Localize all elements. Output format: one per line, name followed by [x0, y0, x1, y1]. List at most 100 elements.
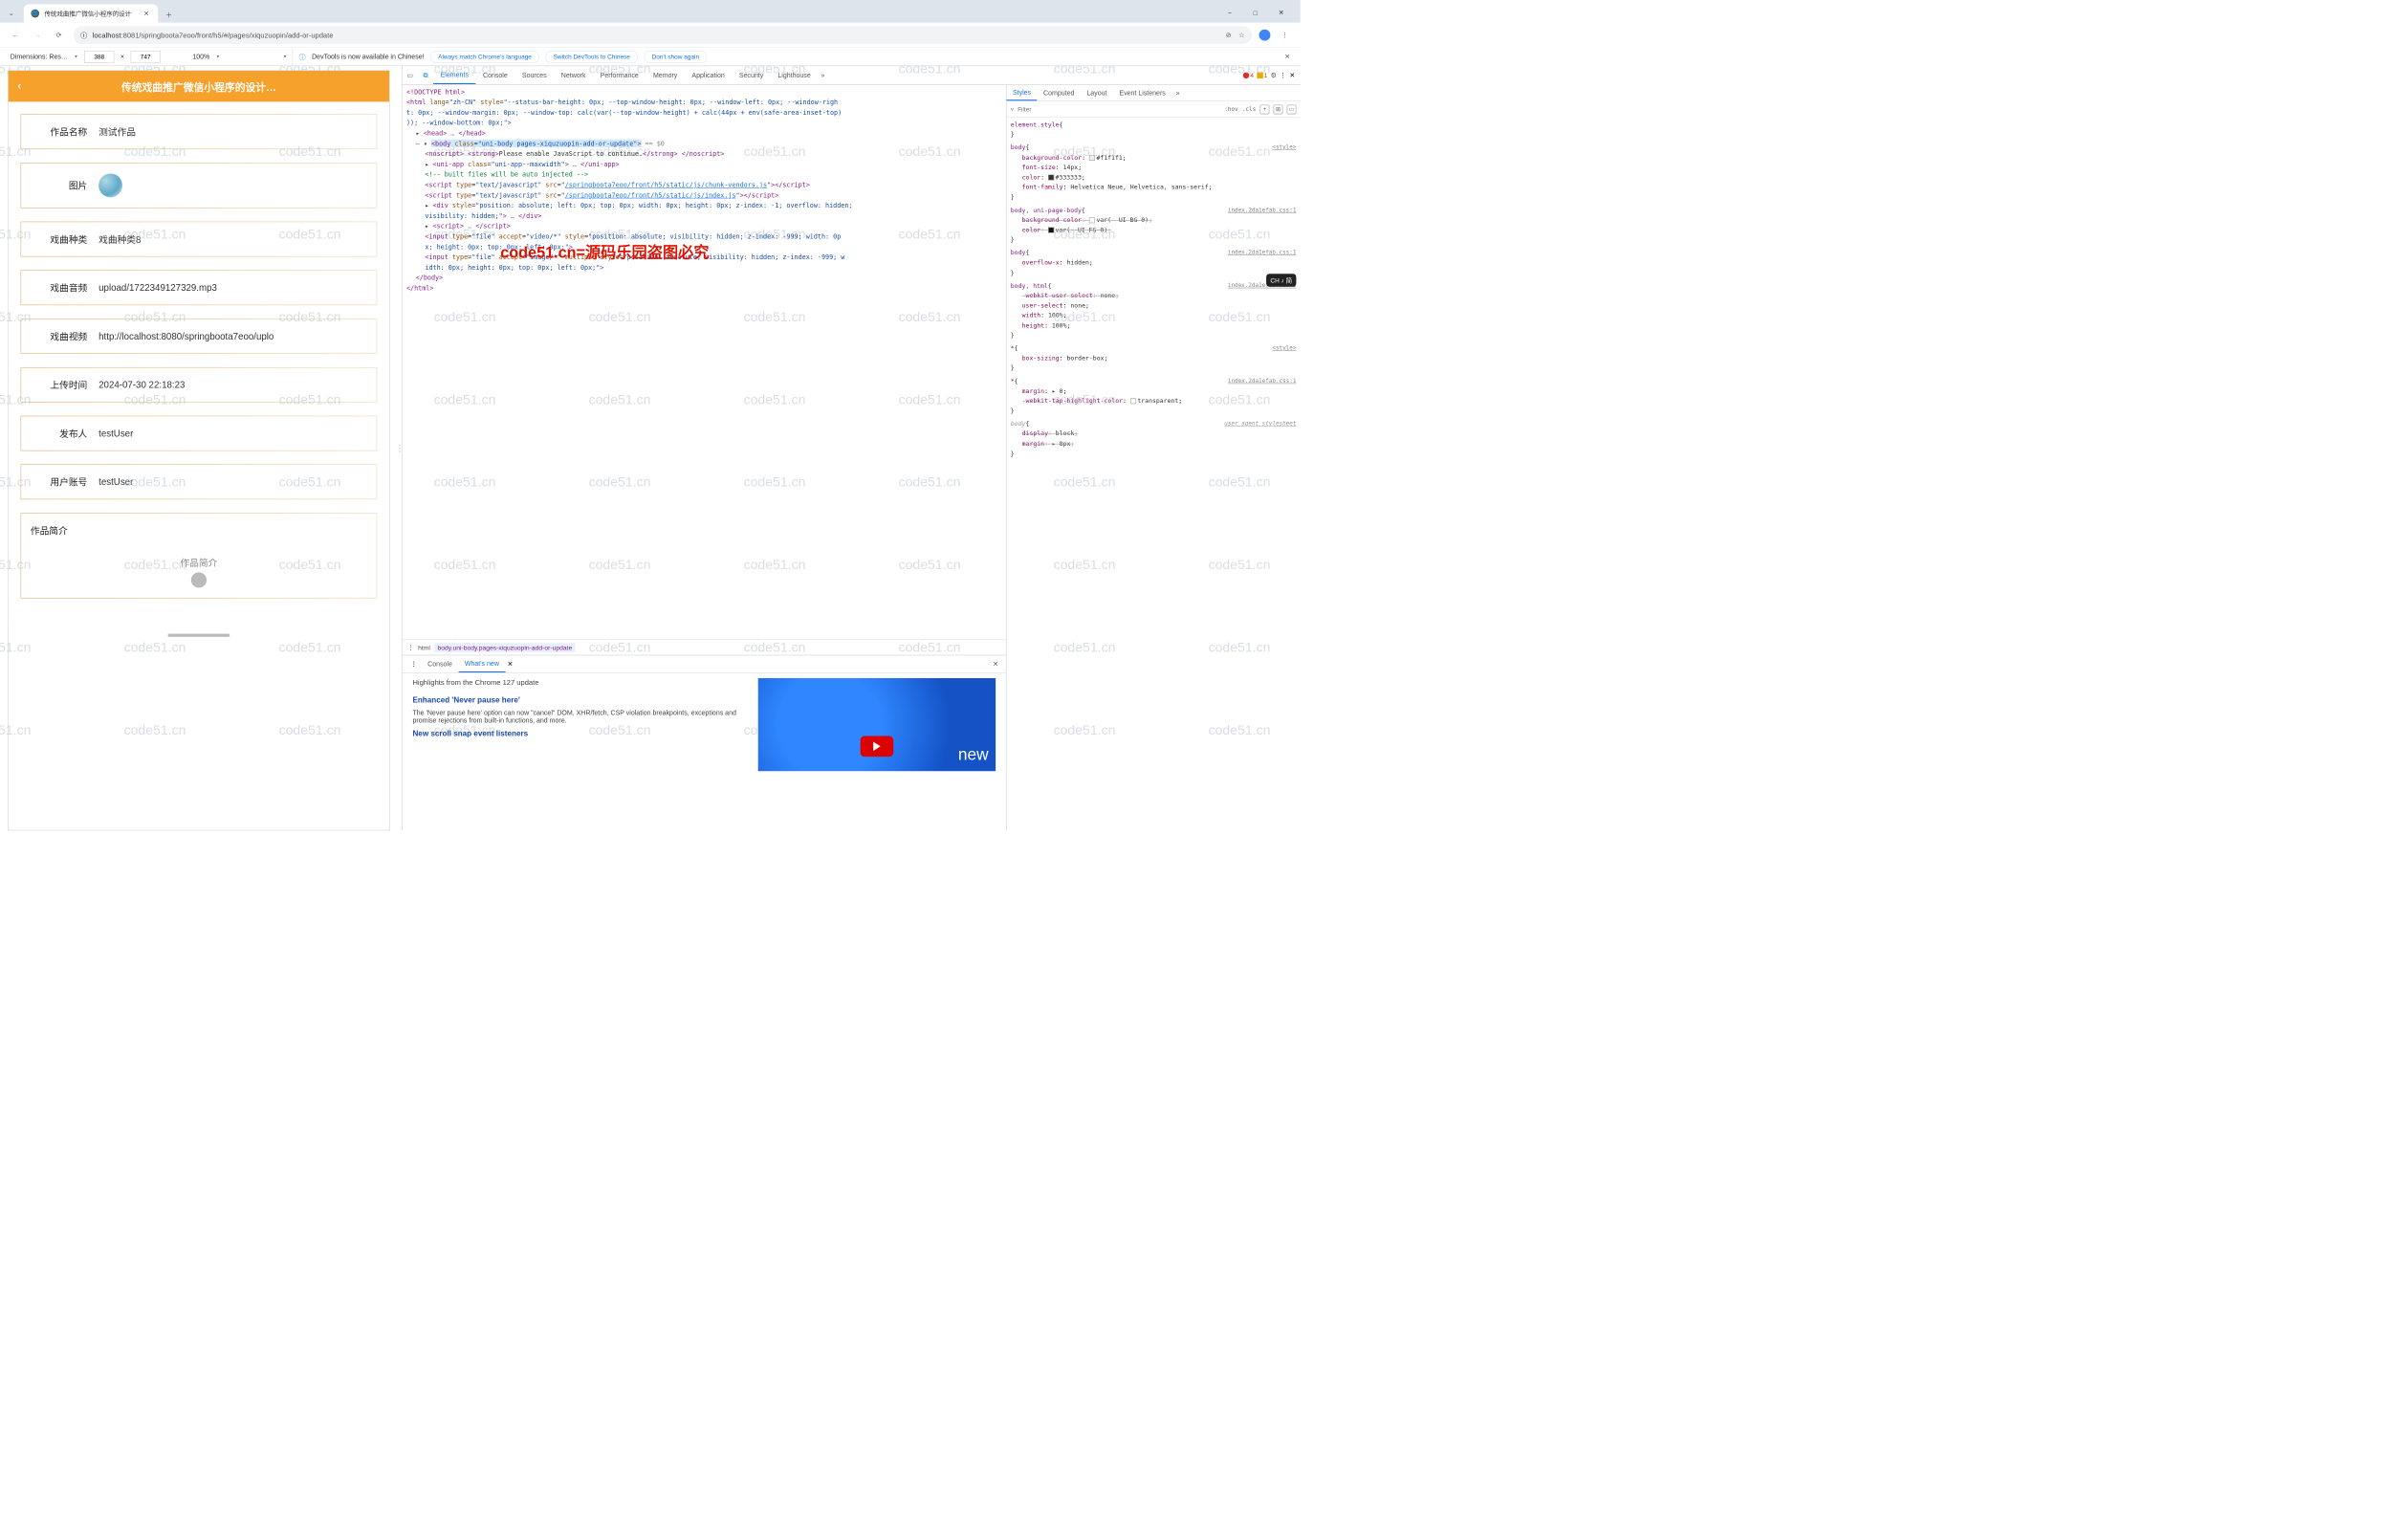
form-row[interactable]: 作品简介作品简介 — [21, 513, 378, 599]
close-icon[interactable]: ✕ — [1281, 50, 1294, 63]
address-bar[interactable]: ⓘ localhost:8081/springboota7eoo/front/h… — [74, 26, 1252, 43]
devtools-tab-sources[interactable]: Sources — [514, 66, 554, 84]
dom-line[interactable]: t: 0px; --window-margin: 0px; --window-t… — [406, 107, 1002, 118]
textarea-placeholder[interactable]: 作品简介 — [31, 556, 367, 569]
toggle-common-button[interactable]: ⊞ — [1274, 104, 1283, 114]
devtools-tab-network[interactable]: Network — [554, 66, 593, 84]
devtools-tab-performance[interactable]: Performance — [593, 66, 646, 84]
password-key-icon[interactable]: ⊘ — [1226, 31, 1232, 39]
chrome-menu-button[interactable]: ⋮ — [1278, 28, 1292, 42]
breadcrumb-item[interactable]: body.uni-body.pages-xiquzuopin-add-or-up… — [434, 643, 575, 652]
breadcrumb-menu-icon[interactable]: ⋮ — [407, 644, 414, 651]
dom-line[interactable]: ▸ <uni-app class="uni-app--maxwidth"> … … — [406, 159, 1002, 169]
bookmark-star-icon[interactable]: ☆ — [1238, 31, 1244, 39]
dom-line[interactable]: <input type="file" accept="video/*" styl… — [406, 231, 1002, 242]
dom-breadcrumb[interactable]: ⋮ html body.uni-body.pages-xiquzuopin-ad… — [403, 640, 1006, 655]
new-style-button[interactable]: + — [1260, 104, 1270, 114]
dom-line[interactable]: </body> — [406, 273, 1002, 283]
browser-tab[interactable]: 🌐 传统戏曲推广微信小程序的设计 ✕ — [24, 4, 158, 22]
form-row[interactable]: 戏曲视频http://localhost:8080/springboota7eo… — [21, 319, 378, 354]
dont-show-again-button[interactable]: Don't show again — [644, 51, 707, 63]
dom-line[interactable]: <!DOCTYPE html> — [406, 87, 1002, 98]
errors-badge[interactable]: 4 — [1243, 72, 1254, 79]
styles-tab-styles[interactable]: Styles — [1006, 85, 1037, 101]
dom-line[interactable]: ▸ <script> … </script> — [406, 221, 1002, 231]
dom-line[interactable]: ⋯ ▾ <body class="uni-body pages-xiquzuop… — [406, 139, 1002, 149]
styles-body[interactable]: element.style {}body {<style>background-… — [1006, 118, 1300, 830]
devtools-tab-application[interactable]: Application — [685, 66, 732, 84]
form-row[interactable]: 戏曲音频upload/1722349127329.mp3 — [21, 270, 378, 305]
chevron-down-icon[interactable]: ▼ — [216, 55, 220, 59]
dom-line[interactable]: <noscript> <strong>Please enable JavaScr… — [406, 149, 1002, 160]
profile-avatar[interactable] — [1259, 30, 1271, 41]
cls-toggle[interactable]: .cls — [1242, 106, 1256, 113]
play-icon[interactable] — [861, 736, 894, 758]
form-row[interactable]: 戏曲种类戏曲种类8 — [21, 222, 378, 257]
close-icon[interactable]: ✕ — [505, 660, 514, 669]
dom-tree[interactable]: <!DOCTYPE html><html lang="zh-CN" style=… — [403, 85, 1006, 640]
dom-line[interactable]: ▸ <head> … </head> — [406, 128, 1002, 139]
dom-line[interactable]: visibility: hidden;"> … </div> — [406, 210, 1002, 221]
chevron-down-icon[interactable]: ▼ — [74, 55, 77, 59]
more-tabs-icon[interactable]: » — [1171, 89, 1184, 97]
form-row[interactable]: 作品名称测试作品 — [21, 114, 378, 149]
devtools-tab-memory[interactable]: Memory — [646, 66, 684, 84]
form-row[interactable]: 用户账号testUser — [21, 464, 378, 499]
form-row[interactable]: 上传时间2024-07-30 22:18:23 — [21, 367, 378, 403]
site-info-icon[interactable]: ⓘ — [80, 30, 87, 39]
dom-line[interactable]: </html> — [406, 283, 1002, 294]
form-row[interactable]: 图片 — [21, 163, 378, 209]
tabs-dropdown-icon[interactable]: ⌄ — [5, 8, 17, 20]
kebab-icon[interactable]: ⋮ — [1280, 71, 1286, 79]
minimize-button[interactable]: − — [1224, 8, 1236, 19]
dom-line[interactable]: )); --window-bottom: 0px;"> — [406, 118, 1002, 128]
styles-filter-input[interactable] — [1018, 105, 1220, 113]
close-icon[interactable]: ✕ — [143, 10, 151, 17]
dom-line[interactable]: ▸ <div style="position: absolute; left: … — [406, 201, 1002, 211]
dom-line[interactable]: <script type="text/javascript" src="/spr… — [406, 190, 1002, 201]
ime-indicator[interactable]: CH ♪ 简 — [1266, 274, 1296, 287]
dom-line[interactable]: x; height: 0px; top: 0px; left: 0px;"> — [406, 242, 1002, 253]
devtools-tab-console[interactable]: Console — [475, 66, 514, 84]
warnings-badge[interactable]: 1 — [1257, 72, 1267, 79]
drawer-tab-console[interactable]: Console — [422, 655, 459, 672]
hov-toggle[interactable]: :hov — [1224, 106, 1237, 113]
close-icon[interactable]: ✕ — [989, 657, 1003, 671]
always-match-language-button[interactable]: Always match Chrome's language — [430, 51, 539, 63]
close-window-button[interactable]: ✕ — [1276, 8, 1287, 19]
devtools-tab-elements[interactable]: Elements — [433, 66, 475, 84]
styles-tab-computed[interactable]: Computed — [1038, 85, 1081, 101]
switch-devtools-cn-button[interactable]: Switch DevTools to Chinese — [545, 51, 638, 63]
image-thumbnail[interactable] — [99, 173, 122, 197]
dom-line[interactable]: <input type="file" accept="image/*" mult… — [406, 253, 1002, 263]
dom-line[interactable]: <script type="text/javascript" src="/spr… — [406, 180, 1002, 190]
styles-tab-layout[interactable]: Layout — [1081, 85, 1113, 101]
back-button[interactable]: ← — [9, 28, 23, 42]
dom-line[interactable]: <html lang="zh-CN" style="--status-bar-h… — [406, 98, 1002, 108]
height-input[interactable] — [131, 51, 161, 63]
devtools-tab-lighthouse[interactable]: Lighthouse — [771, 66, 818, 84]
back-icon[interactable]: ‹ — [17, 80, 21, 92]
drawer-menu-icon[interactable]: ⋮ — [406, 660, 422, 669]
video-thumbnail[interactable]: new — [758, 678, 996, 771]
width-input[interactable] — [84, 51, 114, 63]
computed-toggle[interactable]: ▭ — [1287, 104, 1297, 114]
form-row[interactable]: 发布人testUser — [21, 416, 378, 451]
chevron-down-icon[interactable]: ▼ — [283, 55, 287, 59]
reload-button[interactable]: ⟳ — [52, 28, 66, 42]
more-tabs-icon[interactable]: » — [818, 72, 827, 79]
devtools-tab-security[interactable]: Security — [732, 66, 770, 84]
gear-icon[interactable]: ⚙ — [1271, 71, 1277, 79]
dimensions-label[interactable]: Dimensions: Res… — [11, 53, 68, 60]
breadcrumb-item[interactable]: html — [418, 644, 430, 651]
forward-button[interactable]: → — [30, 28, 44, 42]
new-tab-button[interactable]: ＋ — [163, 8, 176, 21]
dom-line[interactable]: <!-- built files will be auto injected -… — [406, 169, 1002, 180]
inspect-icon[interactable]: ▭ — [403, 67, 418, 82]
zoom-label[interactable]: 100% — [192, 53, 209, 60]
maximize-button[interactable]: □ — [1250, 8, 1261, 19]
dom-line[interactable]: idth: 0px; height: 0px; top: 0px; left: … — [406, 262, 1002, 273]
styles-tab-event-listeners[interactable]: Event Listeners — [1113, 85, 1171, 101]
drawer-tab-what-s-new[interactable]: What's new — [458, 655, 505, 672]
close-icon[interactable]: ✕ — [1289, 71, 1295, 79]
